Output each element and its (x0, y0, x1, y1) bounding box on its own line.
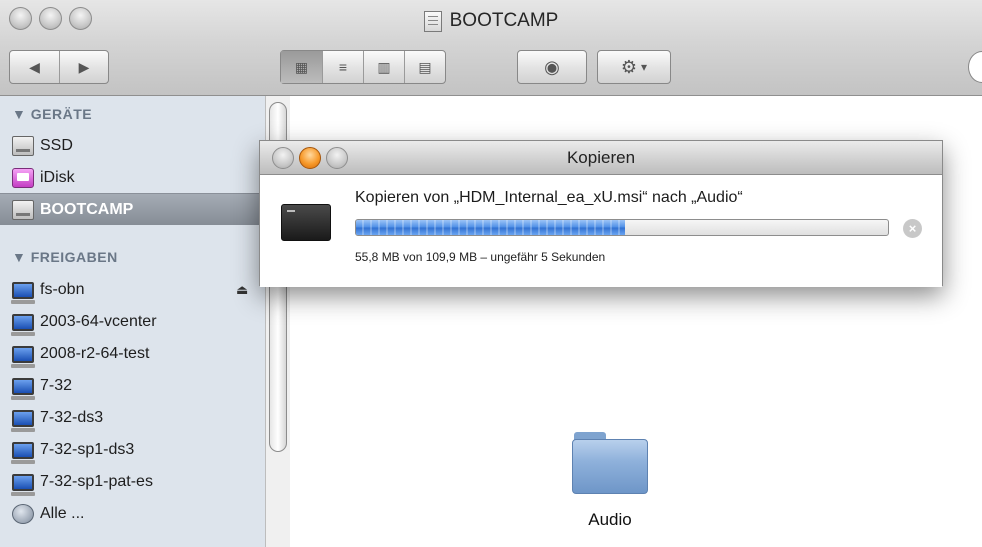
sidebar-item-bootcamp[interactable]: BOOTCAMP (0, 193, 262, 225)
copy-dialog-titlebar[interactable]: Kopieren (260, 141, 942, 175)
sidebar-item-label: iDisk (40, 169, 75, 186)
list-view-button[interactable]: ≡ (321, 51, 363, 83)
sidebar-item-7-32-sp1-pat-es[interactable]: 7-32-sp1-pat-es (0, 466, 262, 498)
copy-progress-bar (355, 219, 889, 236)
coverflow-view-icon: ▤ (418, 58, 432, 75)
copy-status-text: 55,8 MB von 109,9 MB – ungefähr 5 Sekund… (355, 250, 606, 264)
window-title-text: BOOTCAMP (449, 10, 559, 31)
idisk-icon (12, 168, 34, 188)
window-title: BOOTCAMP (0, 10, 982, 32)
sidebar-item-7-32-ds3[interactable]: 7-32-ds3 (0, 402, 262, 434)
folder-label[interactable]: Audio (560, 510, 660, 530)
sidebar-item-7-32-sp1-ds3[interactable]: 7-32-sp1-ds3 (0, 434, 262, 466)
gear-icon: ⚙ (620, 56, 638, 77)
search-field-edge[interactable] (968, 51, 982, 83)
terminal-file-icon (281, 204, 331, 241)
network-computer-icon (11, 409, 35, 432)
sidebar-item-label: fs-obn (40, 281, 85, 298)
sidebar-item-fs-obn[interactable]: fs-obn ⏏ (0, 274, 262, 306)
folder-body (572, 439, 648, 494)
forward-arrow-icon: ▶ (78, 58, 90, 75)
copy-dialog-body: Kopieren von „HDM_Internal_ea_xU.msi“ na… (260, 175, 942, 287)
sidebar-item-label: Alle ... (40, 505, 85, 522)
close-icon: × (908, 221, 917, 236)
network-computer-icon (11, 441, 35, 464)
sidebar-item-all[interactable]: Alle ... (0, 498, 262, 530)
copy-progress-fill (356, 220, 625, 235)
network-computer-icon (11, 473, 35, 496)
window-titlebar: BOOTCAMP ◀ ▶ ▦ ≡ ▥ ▤ ◉ ⚙ ▾ (0, 0, 982, 96)
eye-icon: ◉ (544, 56, 560, 77)
copy-dialog-title: Kopieren (566, 148, 636, 167)
column-view-button[interactable]: ▥ (362, 51, 404, 83)
copy-dialog: Kopieren Kopieren von „HDM_Internal_ea_x… (259, 140, 943, 287)
folder-icon[interactable] (572, 432, 648, 494)
stop-copy-button[interactable]: × (903, 219, 922, 238)
network-globe-icon (12, 504, 34, 524)
forward-button[interactable]: ▶ (58, 51, 108, 83)
column-view-icon: ▥ (377, 58, 391, 75)
network-computer-icon (11, 377, 35, 400)
view-mode-control: ▦ ≡ ▥ ▤ (280, 50, 446, 84)
icon-view-button[interactable]: ▦ (281, 51, 322, 83)
sidebar-item-label: 7-32-sp1-ds3 (40, 441, 135, 458)
hard-disk-icon (12, 199, 34, 220)
sidebar-item-7-32[interactable]: 7-32 (0, 370, 262, 402)
network-computer-icon (11, 281, 35, 304)
back-arrow-icon: ◀ (29, 58, 40, 75)
sidebar-header-shares: ▼ FREIGABEN (12, 249, 118, 265)
sidebar-item-2008-r2-64-test[interactable]: 2008-r2-64-test (0, 338, 262, 370)
sidebar-item-label: SSD (40, 137, 73, 154)
eject-icon[interactable]: ⏏ (236, 282, 248, 298)
sidebar-item-label: BOOTCAMP (40, 200, 134, 218)
sidebar-item-2003-64-vcenter[interactable]: 2003-64-vcenter (0, 306, 262, 338)
action-menu-button[interactable]: ⚙ ▾ (597, 50, 671, 84)
copy-message: Kopieren von „HDM_Internal_ea_xU.msi“ na… (355, 189, 743, 206)
hard-disk-icon (12, 136, 34, 156)
icon-view-icon: ▦ (294, 58, 309, 75)
sidebar-item-idisk[interactable]: iDisk (0, 162, 262, 194)
sidebar: ▼ GERÄTE SSD iDisk BOOTCAMP ▼ FREIGABEN … (0, 96, 290, 547)
sidebar-item-label: 2008-r2-64-test (40, 345, 150, 362)
quicklook-button[interactable]: ◉ (517, 50, 587, 84)
back-forward-control: ◀ ▶ (9, 50, 109, 84)
sidebar-item-label: 2003-64-vcenter (40, 313, 157, 330)
sidebar-item-label: 7-32 (40, 377, 73, 394)
network-computer-icon (11, 313, 35, 336)
back-button[interactable]: ◀ (10, 51, 59, 83)
sidebar-item-label: 7-32-ds3 (40, 409, 104, 426)
sidebar-item-label: 7-32-sp1-pat-es (40, 473, 153, 490)
sidebar-header-devices: ▼ GERÄTE (12, 106, 93, 122)
coverflow-view-button[interactable]: ▤ (403, 51, 445, 83)
network-computer-icon (11, 345, 35, 368)
list-view-icon: ≡ (338, 59, 348, 75)
sidebar-item-ssd[interactable]: SSD (0, 130, 262, 162)
chevron-down-icon: ▾ (641, 60, 648, 74)
document-icon (423, 10, 442, 32)
